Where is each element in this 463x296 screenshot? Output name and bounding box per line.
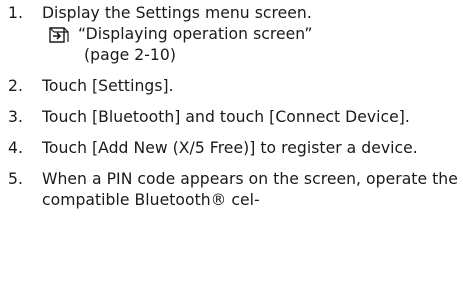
step-5: 5. When a PIN code appears on the screen…	[8, 169, 458, 211]
step-number: 3.	[8, 108, 23, 126]
step-2: 2. Touch [Settings].	[8, 76, 458, 97]
page-reference: “Displaying operation screen” (page 2-10…	[48, 24, 458, 66]
step-text: Display the Settings menu screen.	[42, 4, 312, 22]
step-1: 1. Display the Settings menu screen. “Di…	[8, 3, 458, 66]
step-text: When a PIN code appears on the screen, o…	[42, 170, 458, 209]
step-text: Touch [Add New (X/5 Free)] to register a…	[42, 139, 418, 157]
step-number: 4.	[8, 139, 23, 157]
reference-title: “Displaying operation screen”	[78, 25, 313, 43]
instruction-steps: 1. Display the Settings menu screen. “Di…	[8, 3, 458, 221]
step-text: Touch [Bluetooth] and touch [Connect Dev…	[42, 108, 410, 126]
reference-page: (page 2-10)	[84, 46, 177, 64]
step-number: 2.	[8, 77, 23, 95]
step-number: 5.	[8, 170, 23, 188]
step-3: 3. Touch [Bluetooth] and touch [Connect …	[8, 107, 458, 128]
page-reference-icon	[49, 27, 69, 43]
step-text: Touch [Settings].	[42, 77, 174, 95]
step-number: 1.	[8, 4, 23, 22]
step-4: 4. Touch [Add New (X/5 Free)] to registe…	[8, 138, 458, 159]
